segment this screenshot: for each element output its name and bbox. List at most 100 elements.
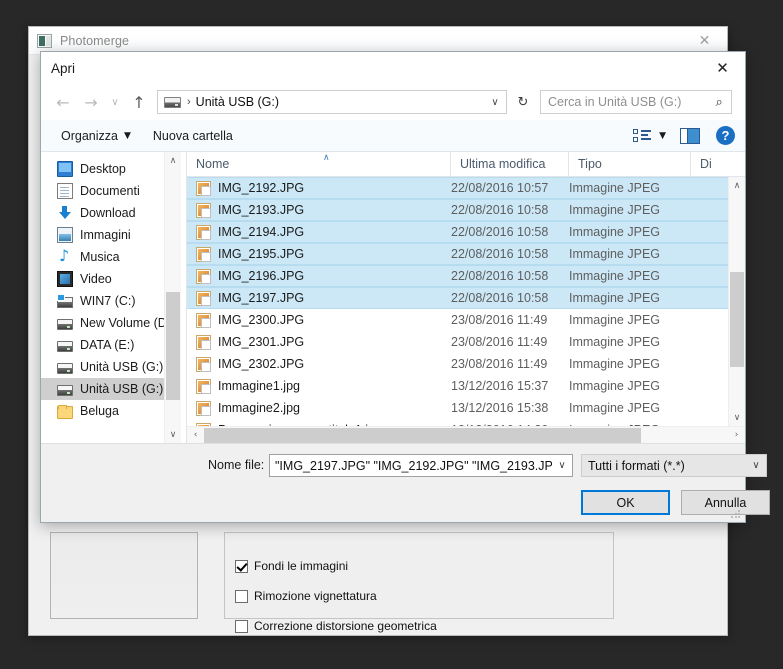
table-row[interactable]: IMG_2194.JPG 22/08/2016 10:58 Immagine J…: [187, 221, 728, 243]
file-modified: 23/08/2016 11:49: [451, 313, 548, 327]
file-modified: 22/08/2016 10:58: [451, 203, 549, 217]
sidebar-item-video[interactable]: Video: [41, 268, 181, 290]
checkbox-blend[interactable]: [235, 559, 248, 573]
resize-grip[interactable]: [730, 508, 742, 520]
sidebar-item-win7-c[interactable]: WIN7 (C:): [41, 290, 181, 312]
new-folder-label: Nuova cartella: [152, 128, 233, 143]
checkbox-row-geometric[interactable]: Correzione distorsione geometrica: [235, 615, 613, 637]
cancel-button[interactable]: Annulla: [681, 490, 770, 515]
help-icon[interactable]: ?: [716, 126, 735, 145]
chevron-down-icon[interactable]: ∨: [484, 97, 506, 108]
table-row[interactable]: IMG_2197.JPG 22/08/2016 10:58 Immagine J…: [187, 287, 728, 309]
drive-icon: [57, 319, 73, 330]
file-name-cell: IMG_2193.JPG: [187, 202, 451, 218]
view-options-icon[interactable]: [633, 128, 652, 143]
table-row[interactable]: IMG_2196.JPG 22/08/2016 10:58 Immagine J…: [187, 265, 728, 287]
jpeg-file-icon: [196, 180, 211, 196]
recent-locations-icon[interactable]: ∨: [105, 89, 125, 115]
scroll-right-icon[interactable]: ›: [728, 430, 745, 440]
desktop-icon: [57, 161, 73, 177]
search-icon[interactable]: ⌕: [707, 95, 731, 110]
table-row[interactable]: IMG_2192.JPG 22/08/2016 10:57 Immagine J…: [187, 177, 728, 199]
sidebar-item-download[interactable]: Download: [41, 202, 181, 224]
table-row[interactable]: IMG_2302.JPG 23/08/2016 11:49 Immagine J…: [187, 353, 728, 375]
table-row[interactable]: Immagine1.jpg 13/12/2016 15:37 Immagine …: [187, 375, 728, 397]
file-type: Immagine JPEG: [569, 181, 661, 195]
scrollbar-track[interactable]: [204, 427, 728, 443]
table-row[interactable]: IMG_2195.JPG 22/08/2016 10:58 Immagine J…: [187, 243, 728, 265]
scroll-up-icon[interactable]: ∧: [165, 152, 181, 169]
refresh-icon[interactable]: ↻: [512, 90, 534, 114]
sidebar-item-usb-g-selected[interactable]: Unità USB (G:): [41, 378, 181, 400]
filename-combobox[interactable]: ∨: [269, 454, 573, 477]
sidebar-item-new-volume-d[interactable]: New Volume (D:): [41, 312, 181, 334]
file-name-cell: IMG_2192.JPG: [187, 180, 451, 196]
table-row[interactable]: IMG_2193.JPG 22/08/2016 10:58 Immagine J…: [187, 199, 728, 221]
file-modified: 22/08/2016 10:58: [451, 269, 549, 283]
scroll-up-icon[interactable]: ∧: [729, 177, 745, 194]
search-input[interactable]: [548, 95, 708, 109]
file-name: Immagine2.jpg: [218, 401, 300, 415]
breadcrumb-path[interactable]: Unità USB (G:): [196, 95, 279, 109]
up-icon[interactable]: ↑: [125, 89, 153, 115]
file-modified: 22/08/2016 10:57: [451, 181, 549, 195]
preview-pane-icon[interactable]: [680, 127, 700, 144]
chevron-down-icon[interactable]: ▼: [659, 131, 666, 141]
sidebar-item-label: Musica: [80, 250, 120, 264]
checkbox-vignette[interactable]: [235, 589, 248, 603]
file-name: Immagine1.jpg: [218, 379, 300, 393]
chevron-down-icon[interactable]: ∨: [552, 460, 572, 471]
sidebar-item-desktop[interactable]: Desktop: [41, 158, 181, 180]
system-drive-icon: [57, 294, 73, 308]
column-header-ultima-modifica[interactable]: Ultima modifica: [451, 152, 569, 176]
file-list-horizontal-scrollbar[interactable]: ‹ ›: [187, 426, 745, 443]
checkbox-geometric[interactable]: [235, 619, 248, 633]
organize-button[interactable]: Organizza ▼: [53, 125, 139, 147]
sidebar-item-immagini[interactable]: Immagini: [41, 224, 181, 246]
scrollbar-thumb[interactable]: [204, 427, 641, 443]
sidebar-item-usb-g[interactable]: Unità USB (G:): [41, 356, 181, 378]
file-list-vertical-scrollbar[interactable]: ∧ ∨: [728, 177, 745, 426]
column-header-tipo[interactable]: Tipo: [569, 152, 691, 176]
ok-button[interactable]: OK: [581, 490, 670, 515]
file-modified: 22/08/2016 10:58: [451, 291, 549, 305]
scrollbar-thumb[interactable]: [166, 292, 180, 400]
sidebar-item-label: Desktop: [80, 162, 126, 176]
sidebar-item-documenti[interactable]: Documenti: [41, 180, 181, 202]
column-header-nome[interactable]: Nome ∧: [187, 152, 451, 176]
drive-icon: [57, 341, 73, 352]
file-name: IMG_2192.JPG: [218, 181, 305, 195]
file-list: IMG_2192.JPG 22/08/2016 10:57 Immagine J…: [187, 177, 728, 426]
chevron-down-icon[interactable]: ∨: [746, 460, 766, 471]
table-row[interactable]: IMG_2301.JPG 23/08/2016 11:49 Immagine J…: [187, 331, 728, 353]
checkbox-row-blend[interactable]: Fondi le immagini: [235, 555, 613, 577]
back-icon[interactable]: ←: [49, 89, 77, 115]
table-row[interactable]: Immagine2.jpg 13/12/2016 15:38 Immagine …: [187, 397, 728, 419]
column-header-dimensione[interactable]: Di: [691, 152, 745, 176]
address-bar[interactable]: › Unità USB (G:) ∨: [157, 90, 507, 114]
jpeg-file-icon: [196, 290, 211, 306]
scroll-down-icon[interactable]: ∨: [165, 426, 181, 443]
close-icon[interactable]: ✕: [700, 53, 745, 84]
filename-label: Nome file:: [208, 458, 265, 472]
column-label: Ultima modifica: [460, 157, 546, 171]
sidebar-item-data-e[interactable]: DATA (E:): [41, 334, 181, 356]
table-row[interactable]: IMG_2300.JPG 23/08/2016 11:49 Immagine J…: [187, 309, 728, 331]
sidebar-item-beluga[interactable]: Beluga: [41, 400, 181, 422]
dialog-footer: Nome file: ∨ Tutti i formati (*.*) ∨ OK …: [41, 444, 770, 522]
new-folder-button[interactable]: Nuova cartella: [145, 125, 241, 147]
forward-icon[interactable]: →: [77, 89, 105, 115]
sidebar-item-musica[interactable]: Musica: [41, 246, 181, 268]
scroll-left-icon[interactable]: ‹: [187, 430, 204, 440]
filename-input[interactable]: [270, 458, 552, 473]
music-icon: [57, 246, 73, 265]
file-modified: 23/08/2016 11:49: [451, 357, 548, 371]
table-row[interactable]: Panoramica_senza titolo1.jpg 13/12/2016 …: [187, 419, 728, 426]
search-box[interactable]: ⌕: [540, 90, 732, 114]
navigation-pane-scrollbar[interactable]: ∧ ∨: [164, 152, 181, 443]
scroll-down-icon[interactable]: ∨: [729, 409, 745, 426]
checkbox-row-vignette[interactable]: Rimozione vignettatura: [235, 585, 613, 607]
close-icon[interactable]: ✕: [682, 27, 727, 54]
file-type-filter-combobox[interactable]: Tutti i formati (*.*) ∨: [581, 454, 767, 477]
scrollbar-thumb[interactable]: [730, 272, 744, 367]
